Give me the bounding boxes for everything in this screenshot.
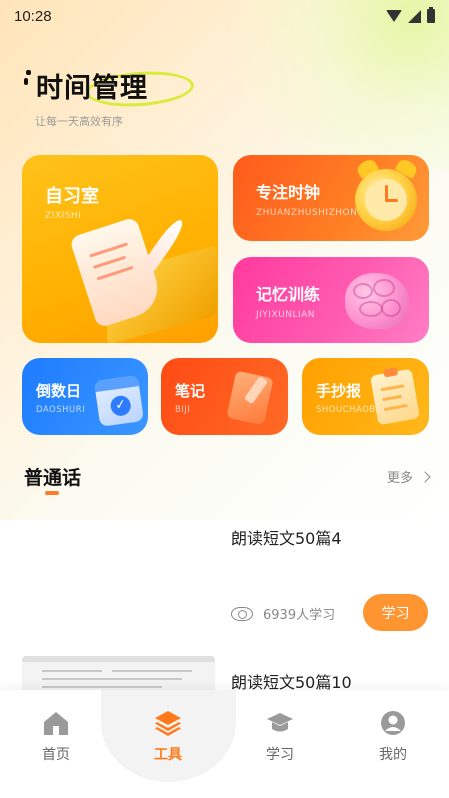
user-icon [381,711,405,735]
calendar-check-icon: ✓ [94,375,144,427]
tab-label: 我的 [379,747,407,763]
graduation-cap-icon [267,713,293,732]
study-desk-icon [22,155,218,343]
tab-study[interactable]: 学习 [240,710,320,764]
tab-home[interactable]: 首页 [16,710,96,764]
page-subtitle: 让每一天高效有序 [35,115,123,128]
status-bar: 10:28 [0,0,449,32]
chevron-right-icon [419,470,431,483]
card-zhuanzhu-clock[interactable]: 专注时钟 ZHUANZHUSHIZHONG [233,155,429,241]
page-title-wrap: 时间管理 [24,66,196,110]
more-link[interactable]: 更多 [386,467,431,486]
signal-icon [408,9,421,23]
tab-label: 工具 [154,747,182,763]
tab-tools[interactable]: 工具 [128,710,208,764]
page-title: 时间管理 [36,73,148,104]
section-header: 普通话 更多 [24,463,431,490]
alarm-clock-icon [233,155,429,241]
eye-icon [231,606,253,621]
page-header: 时间管理 让每一天高效有序 [24,66,196,129]
card-daoshuri[interactable]: 倒数日 DAOSHURI ✓ [22,358,148,435]
study-button[interactable]: 学习 [363,594,428,631]
more-label: 更多 [386,471,413,486]
list-item-title[interactable]: 朗读短文50篇4 [231,525,342,549]
clipboard-icon [369,367,421,426]
list-item-views: 6939人学习 [231,604,335,623]
card-title: 手抄报 [316,382,362,400]
battery-icon [427,7,435,23]
status-time: 10:28 [14,7,52,25]
brain-icon [233,257,429,343]
card-shouchaobao[interactable]: 手抄报 SHOUCHAOBAO [302,358,429,435]
views-count: 6939人学习 [263,608,336,623]
tab-label: 首页 [42,747,70,763]
wifi-icon [386,10,402,22]
section-title-underline [45,491,59,495]
card-zixishi[interactable]: 自习室 ZIXISHI [22,155,218,343]
card-jiyi-training[interactable]: 记忆训练 JIYIXUNLIAN [233,257,429,343]
layers-icon [155,711,181,736]
section-title: 普通话 [24,467,82,489]
card-title: 倒数日 [36,382,82,400]
bottom-tab-bar: 首页 工具 学习 我的 [0,690,449,798]
card-pinyin: DAOSHURI [36,405,86,415]
card-biji[interactable]: 笔记 BIJI [161,358,288,435]
tab-label: 学习 [266,747,294,763]
tab-mine[interactable]: 我的 [353,710,433,764]
card-pinyin: BIJI [175,405,191,415]
card-title: 笔记 [175,382,206,400]
status-icons [386,7,435,23]
home-icon [44,712,68,735]
